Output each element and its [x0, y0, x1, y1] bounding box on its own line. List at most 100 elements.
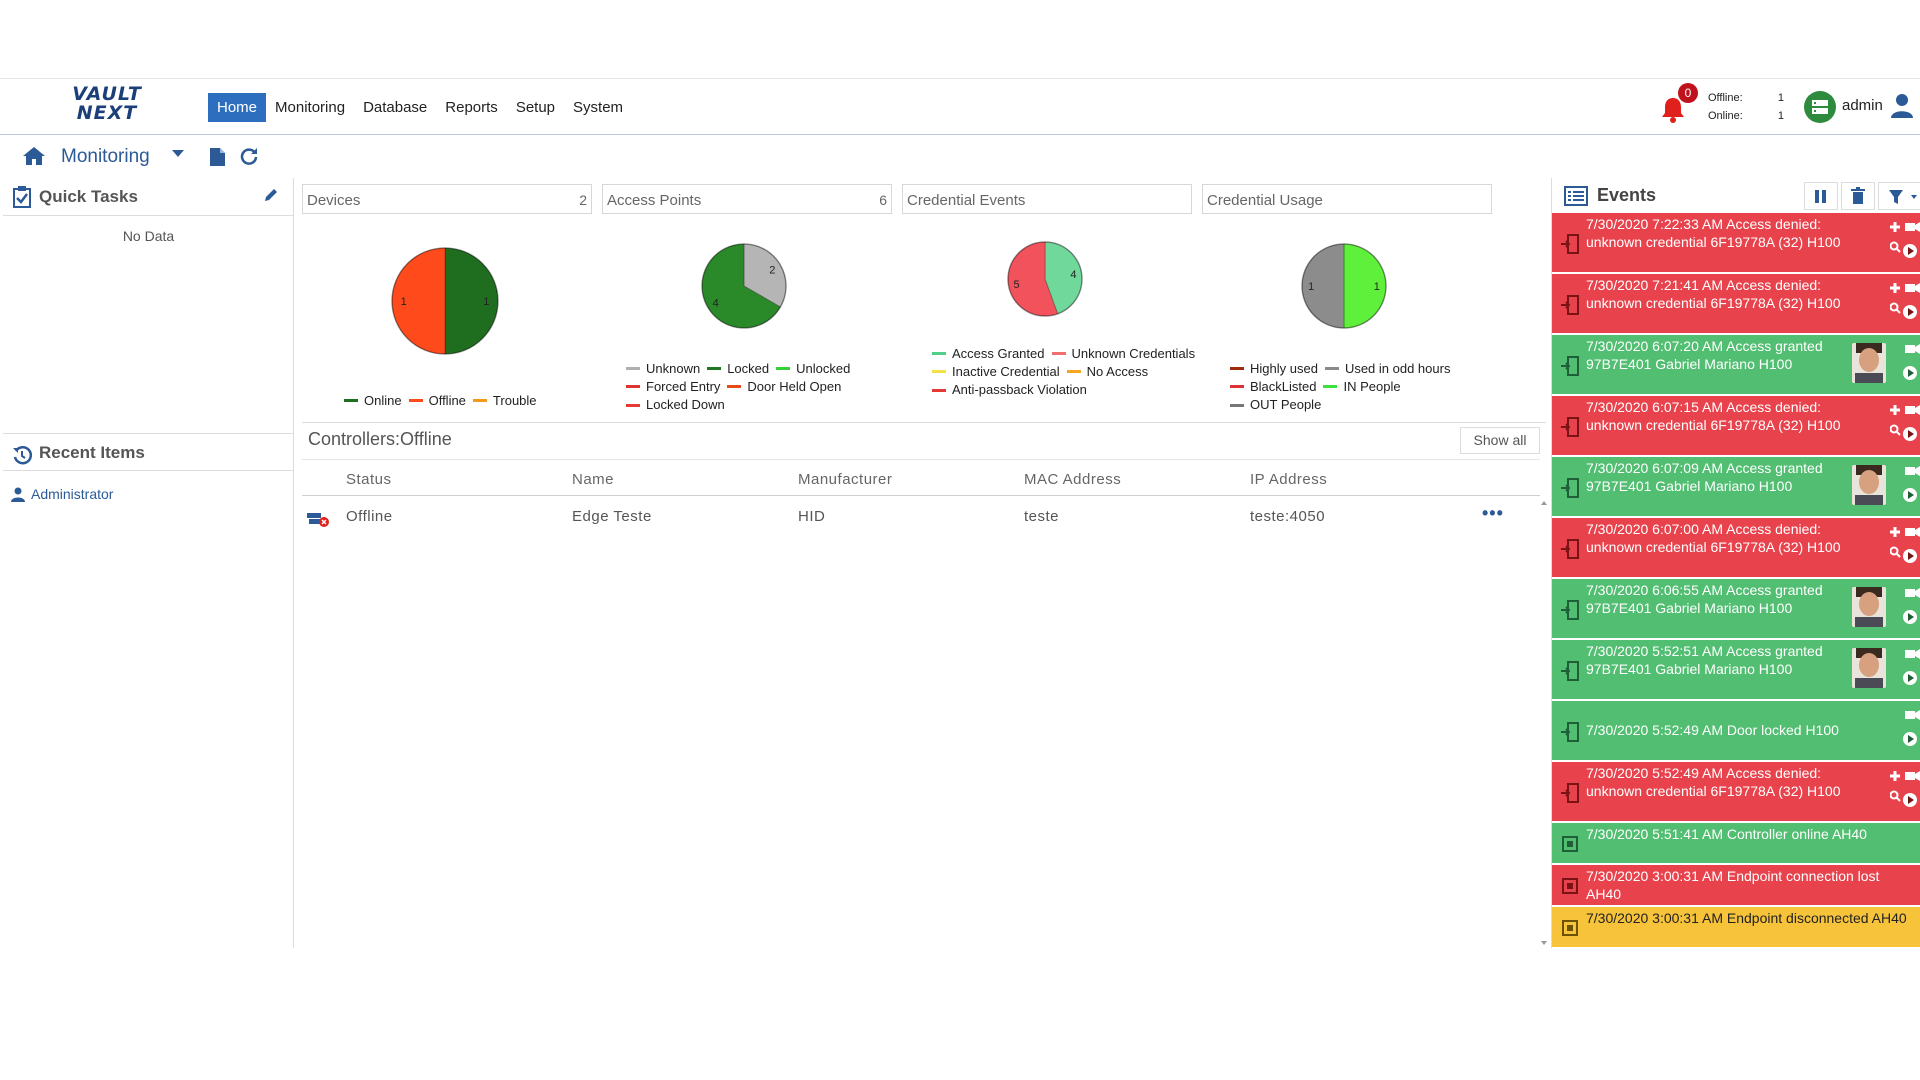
person-photo[interactable]	[1852, 587, 1886, 627]
legend-swatch	[626, 385, 640, 389]
credential-events-stat[interactable]: Credential Events	[902, 184, 1192, 214]
legend-swatch	[408, 399, 423, 402]
event-actions[interactable]	[1890, 646, 1920, 694]
event-item[interactable]: 7/30/2020 3:00:31 AM Endpoint connection…	[1552, 865, 1920, 906]
table-row[interactable]: Offline Edge Teste HID teste teste:4050 …	[302, 497, 1540, 535]
event-actions[interactable]	[1890, 341, 1920, 389]
legend-item-highly-used[interactable]: Highly used	[1230, 361, 1318, 377]
filter-button[interactable]	[1878, 182, 1920, 210]
event-actions[interactable]	[1890, 219, 1920, 267]
vertical-scrollbar[interactable]	[1538, 497, 1550, 949]
nav-reports[interactable]: Reports	[436, 93, 507, 122]
col-ip-address[interactable]: IP Address	[1250, 471, 1327, 488]
col-status[interactable]: Status	[346, 471, 392, 488]
col-mac-address[interactable]: MAC Address	[1024, 471, 1121, 488]
legend-item-door-held-open[interactable]: Door Held Open	[727, 379, 841, 395]
person-photo[interactable]	[1852, 343, 1886, 383]
stat-label: Credential Events	[907, 192, 1026, 209]
event-actions[interactable]	[1890, 707, 1920, 755]
user-name[interactable]: admin	[1842, 97, 1883, 114]
legend-item-unlocked[interactable]: Unlocked	[776, 361, 850, 377]
event-item[interactable]: 7/30/2020 7:21:41 AM Access denied: unkn…	[1552, 274, 1920, 334]
document-icon[interactable]	[210, 148, 225, 166]
event-item[interactable]: 7/30/2020 5:52:49 AM Door locked H100	[1552, 701, 1920, 761]
nav-system[interactable]: System	[564, 93, 632, 122]
door-icon	[1561, 233, 1579, 254]
event-item[interactable]: 7/30/2020 6:07:09 AM Access granted 97B7…	[1552, 457, 1920, 517]
legend-item-offline[interactable]: Offline	[408, 393, 466, 409]
legend-item-blacklisted[interactable]: BlackListed	[1230, 379, 1316, 395]
event-item[interactable]: 7/30/2020 5:52:51 AM Access granted 97B7…	[1552, 640, 1920, 700]
legend-item-used-in-odd-hours[interactable]: Used in odd hours	[1324, 361, 1450, 377]
col-name[interactable]: Name	[572, 471, 614, 488]
legend-item-locked[interactable]: Locked	[707, 361, 769, 377]
event-item[interactable]: 7/30/2020 6:06:55 AM Access granted 97B7…	[1552, 579, 1920, 639]
event-item[interactable]: 7/30/2020 7:22:33 AM Access denied: unkn…	[1552, 213, 1920, 273]
legend-item-anti-passback-violation[interactable]: Anti-passback Violation	[932, 382, 1087, 398]
event-text: 7/30/2020 3:00:31 AM Endpoint connection…	[1586, 868, 1880, 902]
person-photo[interactable]	[1852, 648, 1886, 688]
event-item[interactable]: 7/30/2020 6:07:15 AM Access denied: unkn…	[1552, 396, 1920, 456]
credential-usage-stat[interactable]: Credential Usage	[1202, 184, 1492, 214]
page-title[interactable]: Monitoring	[61, 146, 150, 168]
legend-swatch	[1051, 352, 1066, 355]
devices-pie-chart[interactable]: 11	[390, 246, 500, 361]
event-text: 7/30/2020 6:07:20 AM Access granted 97B7…	[1586, 338, 1823, 372]
legend-item-online[interactable]: Online	[344, 393, 402, 409]
event-item[interactable]: 7/30/2020 6:07:20 AM Access granted 97B7…	[1552, 335, 1920, 395]
pie-slice-online[interactable]	[444, 247, 499, 355]
legend-item-unknown-credentials[interactable]: Unknown Credentials	[1051, 346, 1195, 362]
access-points-pie-chart[interactable]: 24	[700, 242, 788, 335]
legend-item-access-granted[interactable]: Access Granted	[932, 346, 1045, 362]
event-item[interactable]: 7/30/2020 6:07:00 AM Access denied: unkn…	[1552, 518, 1920, 578]
legend-swatch	[1230, 403, 1244, 407]
event-actions[interactable]	[1890, 524, 1920, 572]
filter-icon	[1889, 190, 1917, 204]
legend-item-forced-entry[interactable]: Forced Entry	[626, 379, 720, 395]
event-item[interactable]: 7/30/2020 5:52:49 AM Access denied: unkn…	[1552, 762, 1920, 822]
pause-button[interactable]	[1804, 182, 1838, 210]
legend-label: OUT People	[1250, 397, 1322, 413]
refresh-icon[interactable]	[240, 147, 258, 165]
quick-tasks-empty: No Data	[122, 228, 175, 244]
chevron-down-icon[interactable]	[172, 150, 184, 158]
nav-setup[interactable]: Setup	[507, 93, 564, 122]
user-icon[interactable]	[1890, 93, 1914, 119]
col-manufacturer[interactable]: Manufacturer	[798, 471, 892, 488]
legend-item-trouble[interactable]: Trouble	[472, 393, 537, 409]
event-actions[interactable]	[1890, 463, 1920, 511]
credential-usage-pie-chart[interactable]: 11	[1300, 242, 1388, 335]
event-actions[interactable]	[1890, 585, 1920, 633]
clear-events-button[interactable]	[1841, 182, 1875, 210]
recent-items-header: Recent Items	[3, 433, 294, 471]
show-all-button[interactable]: Show all	[1460, 427, 1540, 454]
legend-label: Online	[364, 392, 402, 408]
access-points-stat[interactable]: Access Points 6	[602, 184, 892, 214]
event-actions[interactable]	[1890, 280, 1920, 328]
legend-item-inactive-credential[interactable]: Inactive Credential	[932, 364, 1060, 380]
pencil-icon[interactable]	[263, 187, 279, 203]
event-actions[interactable]	[1890, 402, 1920, 450]
brand-logo[interactable]: VAULT NEXT	[62, 85, 152, 127]
devices-stat[interactable]: Devices 2	[302, 184, 592, 214]
event-actions[interactable]	[1890, 768, 1920, 816]
nav-database[interactable]: Database	[354, 93, 436, 122]
controllers-table-header: Status Name Manufacturer MAC Address IP …	[302, 459, 1540, 496]
legend-item-out-people[interactable]: OUT People	[1230, 397, 1321, 413]
nav-home[interactable]: Home	[208, 93, 267, 122]
server-avatar[interactable]	[1804, 91, 1836, 123]
event-item[interactable]: 7/30/2020 3:00:31 AM Endpoint disconnect…	[1552, 907, 1920, 948]
event-item[interactable]: 7/30/2020 5:51:41 AM Controller online A…	[1552, 823, 1920, 864]
credential-events-pie-chart[interactable]: 45	[1006, 240, 1084, 323]
legend-item-in-people[interactable]: IN People	[1323, 379, 1401, 395]
legend-item-no-access[interactable]: No Access	[1066, 364, 1148, 380]
more-options-button[interactable]: •••	[1482, 503, 1504, 524]
legend-label: Door Held Open	[747, 379, 842, 394]
legend-item-locked-down[interactable]: Locked Down	[626, 397, 725, 413]
home-icon[interactable]	[22, 146, 46, 166]
legend-item-unknown[interactable]: Unknown	[626, 361, 700, 377]
nav-monitoring[interactable]: Monitoring	[266, 93, 354, 122]
recent-item-administrator[interactable]: Administrator	[11, 486, 113, 502]
legend-swatch	[932, 370, 946, 374]
person-photo[interactable]	[1852, 465, 1886, 505]
